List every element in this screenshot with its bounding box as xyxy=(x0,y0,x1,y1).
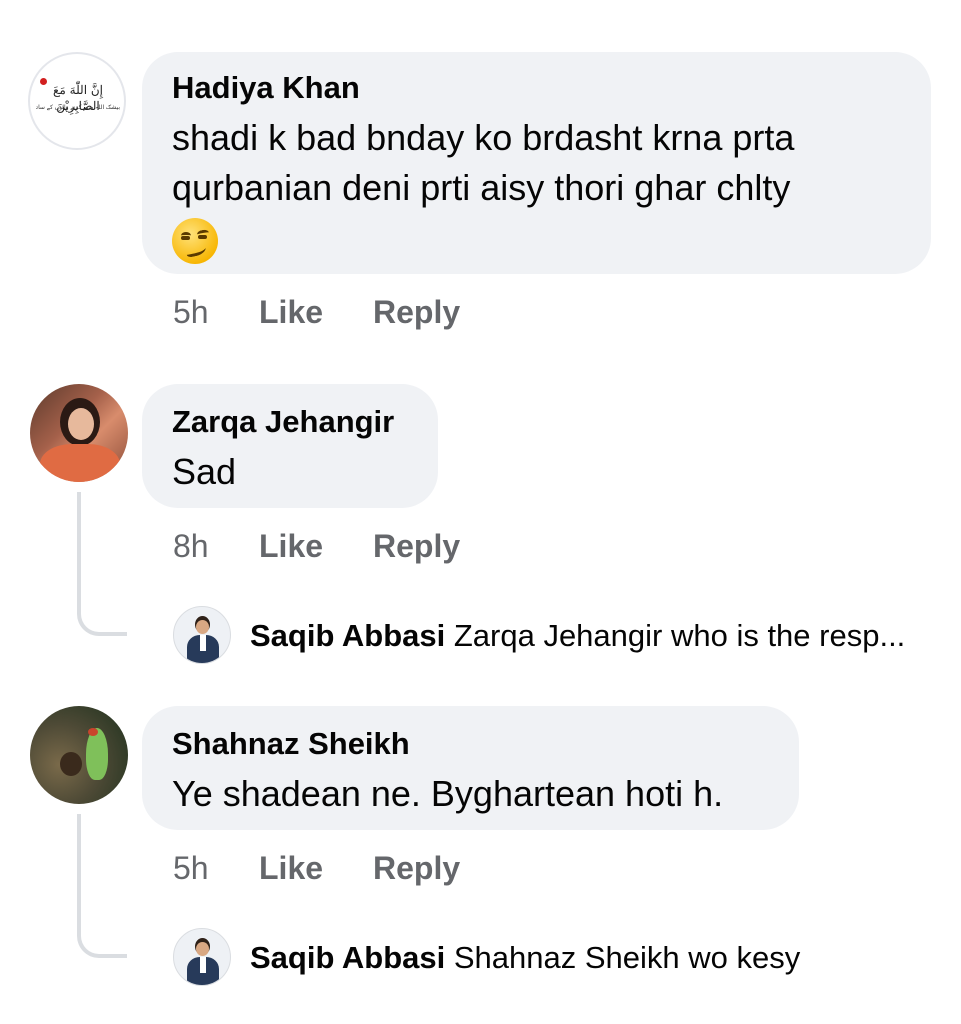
comment-actions: 5h Like Reply xyxy=(173,850,573,890)
reply-button[interactable]: Reply xyxy=(373,294,460,331)
comment-time[interactable]: 5h xyxy=(173,294,209,331)
thread-line xyxy=(77,492,81,602)
reply-text-row: Saqib Abbasi Shahnaz Sheikh wo kesy xyxy=(250,940,800,976)
reply-button[interactable]: Reply xyxy=(373,528,460,565)
comment-text: Sad xyxy=(172,451,237,492)
avatar-zarqa-jehangir[interactable] xyxy=(30,384,128,482)
reply-text: Zarqa Jehangir who is the resp... xyxy=(453,618,906,653)
comment-bubble[interactable]: Hadiya Khan shadi k bad bnday ko brdasht… xyxy=(142,52,931,274)
like-button[interactable]: Like xyxy=(259,850,323,887)
thread-line xyxy=(77,814,81,924)
reply-author[interactable]: Saqib Abbasi xyxy=(250,940,445,975)
avatar-subtitle: بیشک اللہ صبر کرنے والوں کے ساتھ ہے xyxy=(36,105,120,111)
reply-text: Shahnaz Sheikh wo kesy xyxy=(453,940,801,975)
comment-time[interactable]: 5h xyxy=(173,850,209,887)
avatar-hadiya-khan[interactable]: إِنَّ اللّٰهَ مَعَ الصَّابِرِيْنَ بیشک ا… xyxy=(28,52,126,150)
avatar-red-dot xyxy=(40,78,47,85)
thread-connector xyxy=(77,922,127,958)
reply-text-row: Saqib Abbasi Zarqa Jehangir who is the r… xyxy=(250,618,905,654)
thread-connector xyxy=(77,600,127,636)
avatar-shahnaz-sheikh[interactable] xyxy=(30,706,128,804)
avatar-saqib-abbasi[interactable] xyxy=(173,606,231,664)
comment-text-line-2: qurbanian deni prti aisy thori ghar chlt… xyxy=(172,167,791,208)
comment-bubble[interactable]: Zarqa Jehangir Sad xyxy=(142,384,438,508)
like-button[interactable]: Like xyxy=(259,528,323,565)
comment-time[interactable]: 8h xyxy=(173,528,209,565)
comment-author[interactable]: Zarqa Jehangir xyxy=(172,404,394,440)
comment-bubble[interactable]: Shahnaz Sheikh Ye shadean ne. Byghartean… xyxy=(142,706,799,830)
comment-author[interactable]: Shahnaz Sheikh xyxy=(172,726,410,762)
avatar-saqib-abbasi[interactable] xyxy=(173,928,231,986)
comment-actions: 8h Like Reply xyxy=(173,528,573,568)
reply-button[interactable]: Reply xyxy=(373,850,460,887)
reply-author[interactable]: Saqib Abbasi xyxy=(250,618,445,653)
comment-author[interactable]: Hadiya Khan xyxy=(172,70,360,106)
smirk-emoji-icon xyxy=(172,218,218,264)
comment-text: Ye shadean ne. Byghartean hoti h. xyxy=(172,773,724,814)
comment-actions: 5h Like Reply xyxy=(173,294,573,334)
like-button[interactable]: Like xyxy=(259,294,323,331)
comment-text-line-1: shadi k bad bnday ko brdasht krna prta xyxy=(172,117,795,158)
